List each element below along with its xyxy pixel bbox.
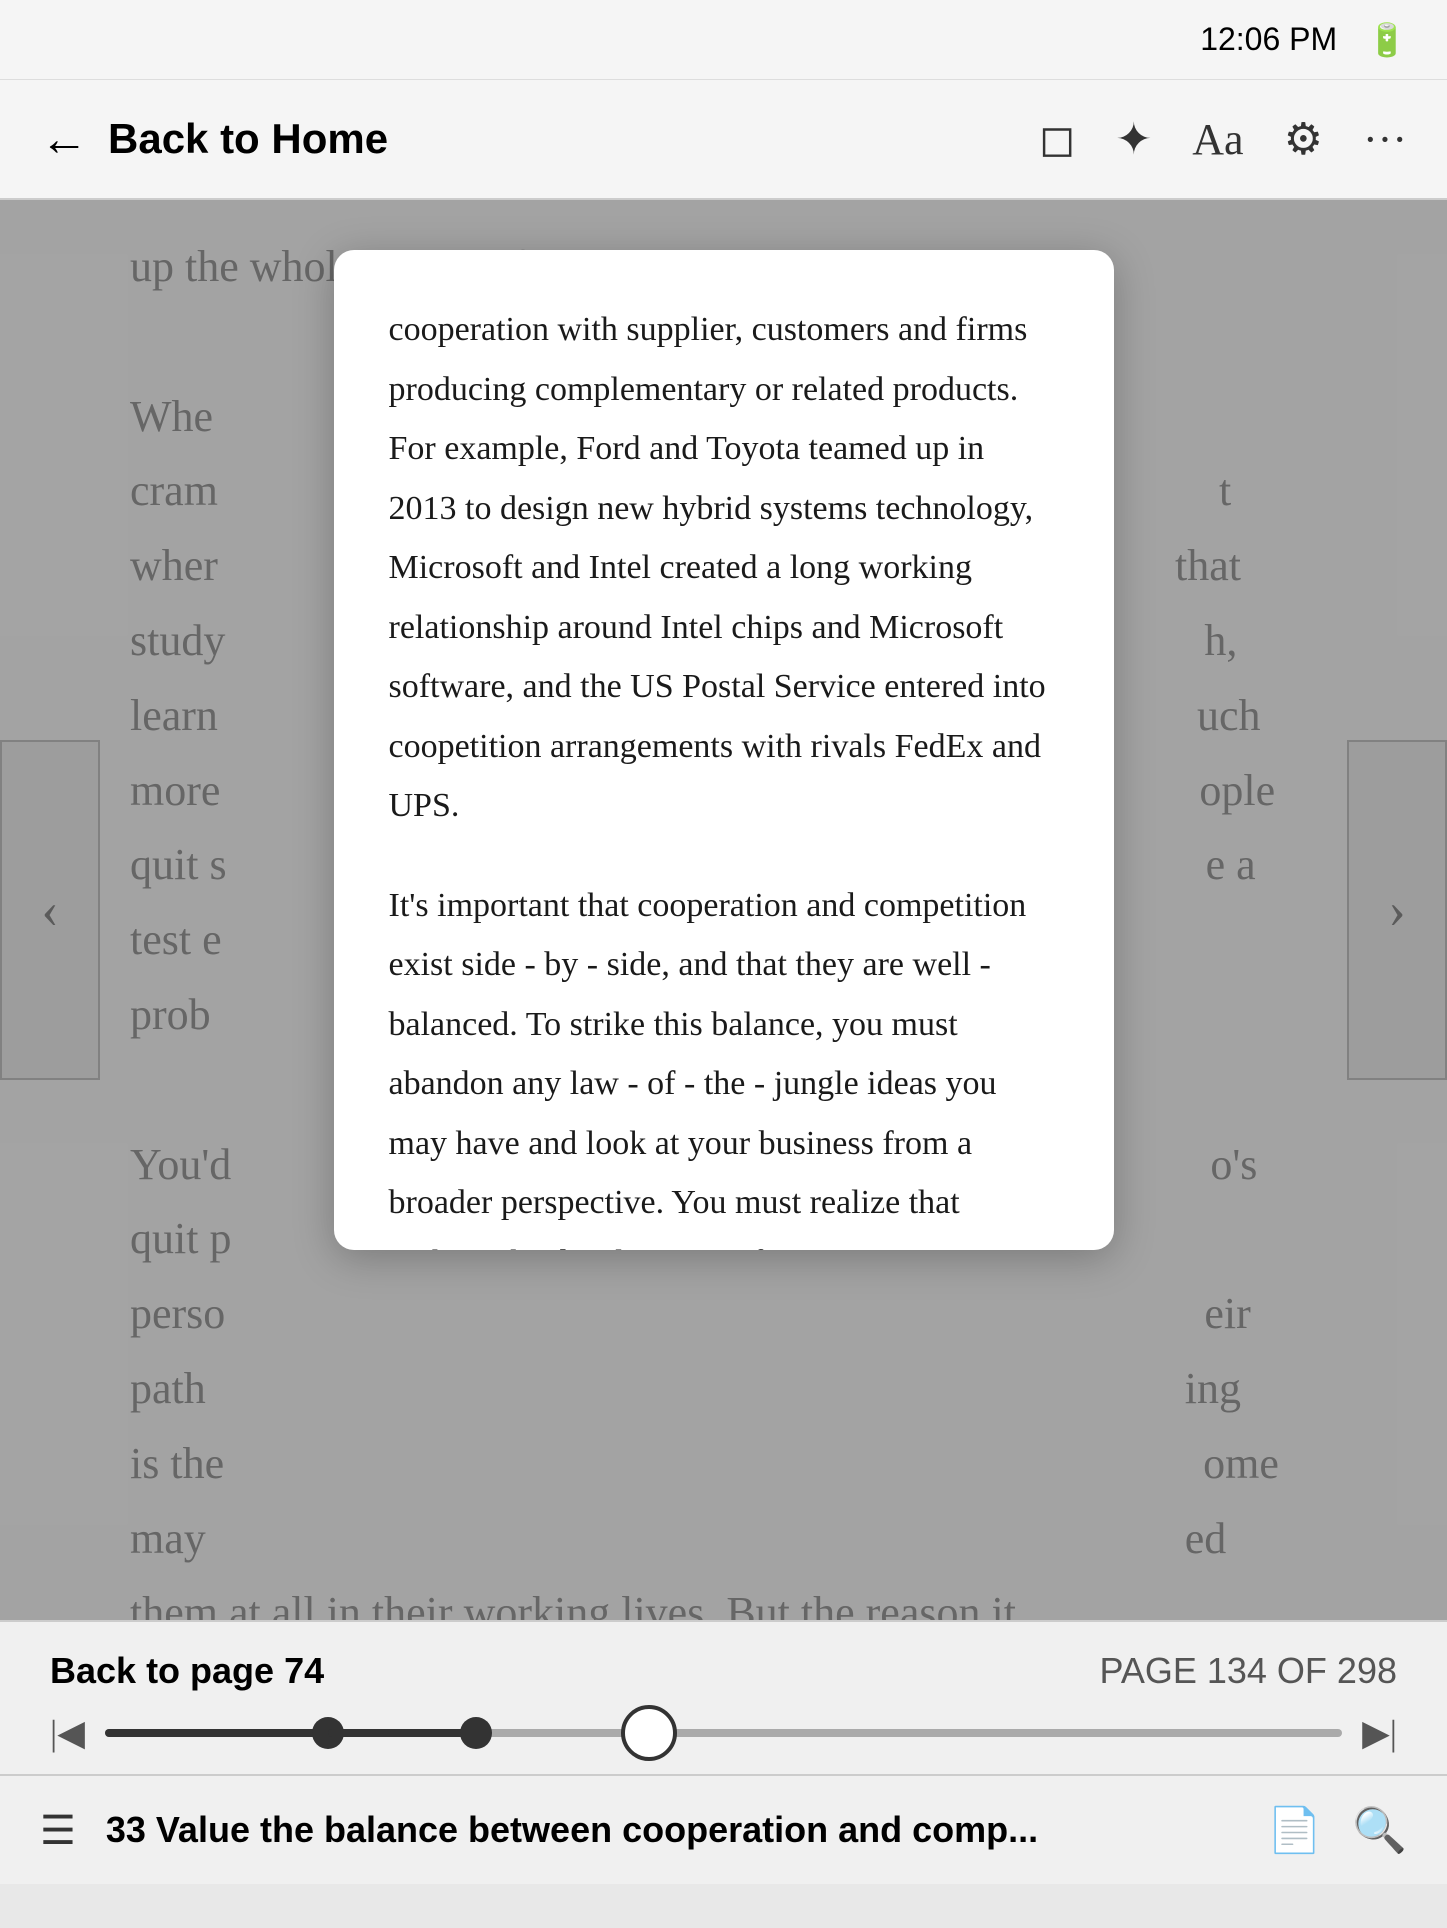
popup-card: cooperation with supplier, customers and… xyxy=(334,250,1114,1250)
slider-end-icon[interactable]: ▶| xyxy=(1362,1712,1397,1754)
progress-slider[interactable]: |◀ ▶| xyxy=(0,1702,1447,1774)
slider-start-icon[interactable]: |◀ xyxy=(50,1712,85,1754)
nav-left: ← Back to Home xyxy=(40,112,1039,167)
note-icon[interactable]: 📄 xyxy=(1267,1804,1322,1856)
status-time: 12:06 PM xyxy=(1200,21,1337,58)
back-arrow-icon[interactable]: ← xyxy=(40,112,88,167)
chapter-bar: ☰ 33 Value the balance between cooperati… xyxy=(0,1774,1447,1884)
font-size-icon[interactable]: Aa xyxy=(1192,114,1243,165)
chapter-title-label: 33 Value the balance between cooperation… xyxy=(106,1809,1238,1851)
status-bar: 12:06 PM 🔋 xyxy=(0,0,1447,80)
bottom-bar: Back to page 74 PAGE 134 OF 298 |◀ ▶| xyxy=(0,1620,1447,1774)
nav-bar: ← Back to Home ◻ ✦ Aa ⚙ ··· xyxy=(0,80,1447,200)
back-to-home-label[interactable]: Back to Home xyxy=(108,115,388,163)
slider-fill-1 xyxy=(105,1729,328,1737)
nav-right: ◻ ✦ Aa ⚙ ··· xyxy=(1039,114,1407,165)
reading-area: up the whole night before. Whe cram xyxy=(0,200,1447,1620)
back-to-page-button[interactable]: Back to page 74 xyxy=(50,1650,324,1692)
popup-paragraph-2: It's important that cooperation and comp… xyxy=(389,876,1059,1251)
slider-track[interactable] xyxy=(105,1729,1342,1737)
slider-circle[interactable] xyxy=(621,1705,677,1761)
slider-dot-2[interactable] xyxy=(460,1717,492,1749)
battery-icon: 🔋 xyxy=(1367,21,1407,59)
page-info-row: Back to page 74 PAGE 134 OF 298 xyxy=(0,1622,1447,1702)
more-options-icon[interactable]: ··· xyxy=(1363,114,1407,165)
bookmark-icon[interactable]: ◻ xyxy=(1039,114,1076,165)
brightness-icon[interactable]: ✦ xyxy=(1115,114,1152,165)
page-number-label: PAGE 134 OF 298 xyxy=(1100,1650,1398,1692)
slider-fill-2 xyxy=(328,1729,476,1737)
settings-icon[interactable]: ⚙ xyxy=(1284,114,1323,165)
popup-paragraph-1: cooperation with supplier, customers and… xyxy=(389,300,1059,836)
toc-icon[interactable]: ☰ xyxy=(40,1807,76,1854)
search-icon[interactable]: 🔍 xyxy=(1352,1804,1407,1856)
popup-overlay: cooperation with supplier, customers and… xyxy=(0,200,1447,1620)
